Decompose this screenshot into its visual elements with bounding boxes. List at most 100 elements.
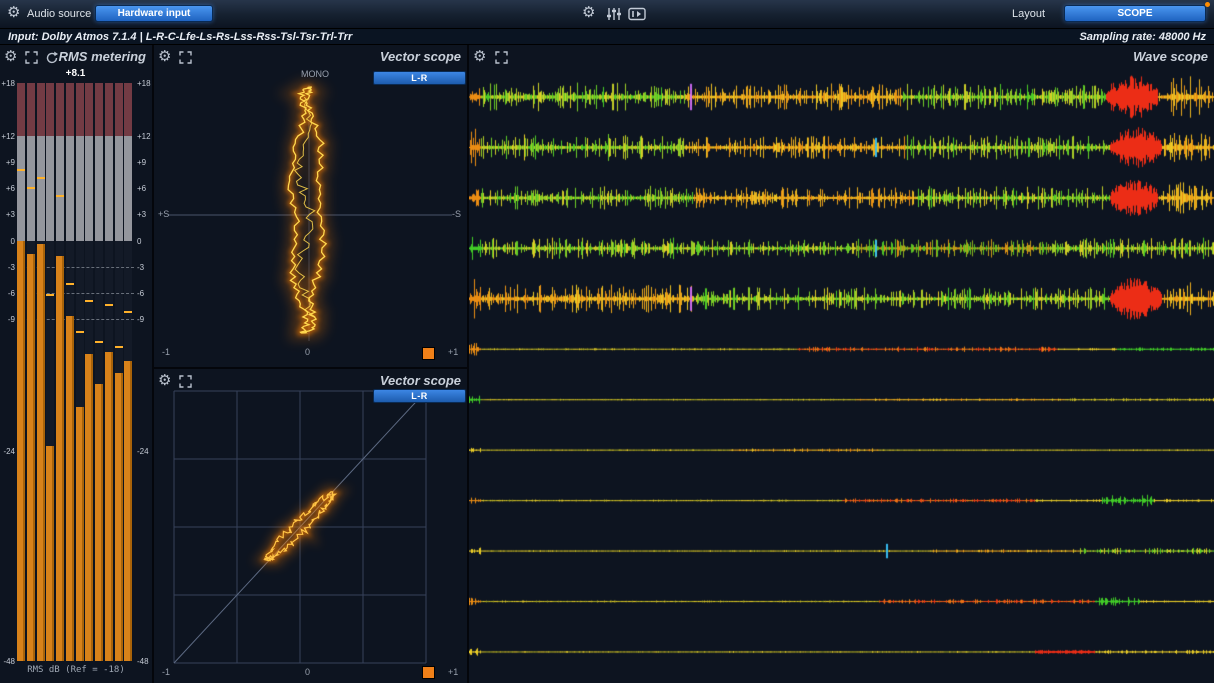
meter-element: [95, 83, 103, 136]
panel-title: Wave scope: [1133, 49, 1208, 64]
scale-label: -6: [137, 289, 152, 298]
meter-element: [95, 341, 103, 343]
meter-element: [115, 373, 123, 661]
sampling-rate-label: Sampling rate: 48000 Hz: [1079, 31, 1206, 43]
meter-element: [85, 300, 93, 302]
meter-element: [17, 83, 25, 136]
scale-label: 0: [137, 237, 152, 246]
meter-element: [76, 331, 84, 333]
plus-s-label: +S: [158, 209, 169, 219]
meter-element: [46, 446, 54, 661]
meter-element: [124, 136, 132, 241]
meter-element: [27, 187, 35, 189]
audio-source-gear-icon[interactable]: ⚙: [7, 5, 20, 21]
meter-element: [17, 169, 25, 171]
meter-element: [56, 83, 64, 136]
x-label-neg1: -1: [162, 347, 170, 357]
meter-element: [46, 83, 54, 136]
meter-element: [105, 136, 113, 241]
meter-element: [37, 177, 45, 179]
meter-element: [66, 283, 74, 285]
mode-button-lr[interactable]: L-R: [373, 71, 466, 85]
meter-element: [85, 136, 93, 241]
minus-s-label: -S: [452, 209, 461, 219]
scale-label: -24: [0, 447, 15, 456]
meter-element: [76, 83, 84, 136]
layout-button[interactable]: Layout: [1012, 8, 1045, 20]
vector-scope-display: [154, 45, 467, 367]
rms-footer-label: RMS dB (Ref = -18): [0, 665, 152, 675]
meter-element: [115, 83, 123, 136]
meter-element: [46, 294, 54, 296]
meter-element: [76, 407, 84, 661]
meter-element: [66, 83, 74, 136]
scale-label: -6: [0, 289, 15, 298]
scale-label: +9: [137, 158, 152, 167]
top-toolbar: ⚙ Audio source Hardware input ⚙ Layout S…: [0, 0, 1214, 29]
meter-element: [56, 256, 64, 661]
meter-element: [66, 136, 74, 241]
meter-element: [27, 254, 35, 661]
x-label-neg1: -1: [162, 667, 170, 677]
scale-label: +12: [137, 132, 152, 141]
hardware-input-button[interactable]: Hardware input: [95, 5, 213, 22]
input-format-label: Input: Dolby Atmos 7.1.4 | L-R-C-Lfe-Ls-…: [8, 31, 352, 43]
panel-title: RMS metering: [59, 49, 146, 64]
scale-label: -9: [0, 315, 15, 324]
rms-meter-bars: +18+18+12+12+9+9+6+6+3+300-3-3-6-6-9-9-2…: [0, 83, 152, 661]
audio-source-label: Audio source: [27, 8, 91, 20]
scale-label: +18: [137, 79, 152, 88]
meter-element: [27, 83, 35, 136]
x-label-pos1: +1: [448, 667, 458, 677]
meter-element: [46, 136, 54, 241]
x-label-zero: 0: [305, 667, 310, 677]
meter-element: [37, 83, 45, 136]
meter-element: [105, 83, 113, 136]
meter-element: [95, 136, 103, 241]
analyzer-app: ⚙ Audio source Hardware input ⚙ Layout S…: [0, 0, 1214, 683]
meter-element: [95, 384, 103, 661]
scale-label: +3: [0, 210, 15, 219]
scale-label: 0: [0, 237, 15, 246]
rms-peak-readout: +8.1: [17, 68, 134, 79]
meter-element: [105, 352, 113, 661]
scale-label: -3: [137, 263, 152, 272]
notification-dot: [1205, 2, 1210, 7]
scale-label: +6: [137, 184, 152, 193]
vector-scope-top-panel: ⚙ Vector scope L-R MONO +S -S -1 0 +1: [154, 45, 467, 367]
meter-element: [124, 361, 132, 661]
x-label-zero: 0: [305, 347, 310, 357]
x-label-pos1: +1: [448, 347, 458, 357]
scale-label: +3: [137, 210, 152, 219]
meter-element: [85, 83, 93, 136]
vector-scope-bottom-panel: ⚙ Vector scope L-R -1 0 +1: [154, 369, 467, 683]
mode-button-lr[interactable]: L-R: [373, 389, 466, 403]
meter-element: [76, 136, 84, 241]
scale-label: -9: [137, 315, 152, 324]
meter-element: [124, 83, 132, 136]
wave-scope-canvas: [469, 69, 1214, 683]
correlation-indicator: [422, 347, 435, 360]
meter-element: [124, 311, 132, 313]
meter-element: [115, 136, 123, 241]
meter-element: [105, 304, 113, 306]
meter-element: [56, 195, 64, 197]
mono-axis-label: MONO: [301, 69, 329, 79]
vector-scope-display: [154, 369, 467, 683]
scale-label: +18: [0, 79, 15, 88]
correlation-indicator: [422, 666, 435, 679]
scale-label: +9: [0, 158, 15, 167]
meter-element: [115, 346, 123, 348]
meter-element: [85, 354, 93, 661]
meter-element: [56, 136, 64, 241]
meter-element: [37, 136, 45, 241]
settings-gear-icon[interactable]: ⚙: [582, 5, 595, 21]
meter-element: [37, 244, 45, 661]
scale-label: -3: [0, 263, 15, 272]
scope-button[interactable]: SCOPE: [1064, 5, 1206, 22]
gear-icon[interactable]: ⚙: [4, 49, 17, 65]
scale-label: +6: [0, 184, 15, 193]
gear-icon[interactable]: ⚙: [473, 49, 486, 65]
scale-label: -24: [137, 447, 152, 456]
scale-label: +12: [0, 132, 15, 141]
